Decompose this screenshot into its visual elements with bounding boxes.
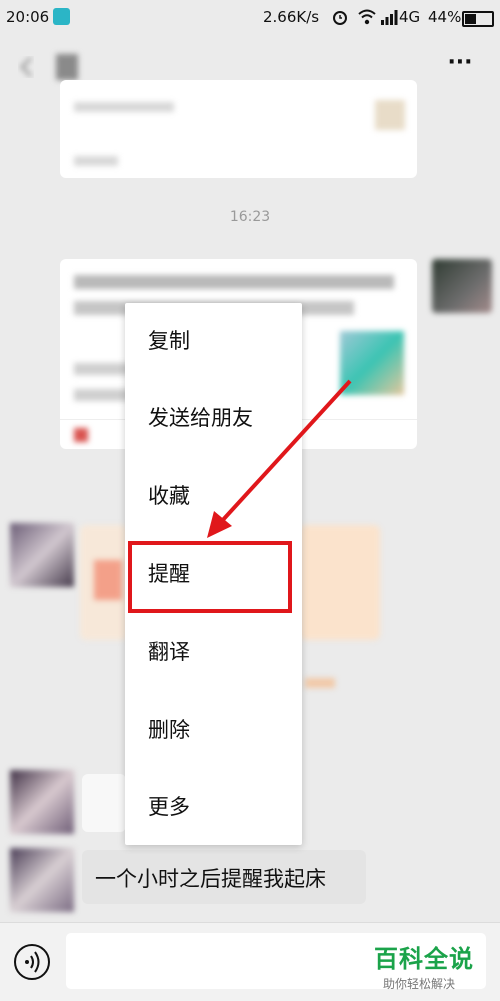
avatar[interactable] [10,848,74,912]
menu-item-more[interactable]: 更多 [125,769,302,846]
avatar[interactable] [432,259,492,313]
avatar[interactable] [10,770,74,834]
watermark-subtitle: 助你轻松解决 [383,977,456,991]
menu-item-send-to-friend[interactable]: 发送给朋友 [125,380,302,457]
shared-card-1[interactable] [60,80,417,178]
screenshot-icon [53,8,70,25]
more-dots-icon[interactable]: ··· [440,50,480,80]
status-time: 20:06 [6,8,50,26]
signal-icon [381,10,398,25]
input-bar: 百科全说 助你轻松解决 [0,922,500,1001]
status-speed: 2.66K/s [263,8,320,26]
message-bubble[interactable]: 一个小时之后提醒我起床 [82,850,366,904]
menu-item-copy[interactable]: 复制 [125,303,302,380]
avatar[interactable] [10,523,74,587]
menu-item-delete[interactable]: 删除 [125,692,302,769]
chat-timestamp: 16:23 [229,209,271,225]
watermark-title: 百科全说 [374,945,474,973]
alarm-icon [333,11,347,25]
chevron-left-icon[interactable] [18,56,34,78]
menu-item-translate[interactable]: 翻译 [125,614,302,691]
battery-icon [462,11,494,27]
chat-title-blurred [56,54,78,80]
status-network: 4G [399,8,421,26]
voice-icon[interactable] [13,943,51,981]
status-bar: 20:06 2.66K/s 4G 44% [0,0,500,34]
menu-item-favorite[interactable]: 收藏 [125,458,302,535]
message-text: 一个小时之后提醒我起床 [95,867,326,891]
wifi-icon [358,9,376,25]
highlight-box [128,541,292,613]
status-battery-percent: 44% [428,8,462,26]
